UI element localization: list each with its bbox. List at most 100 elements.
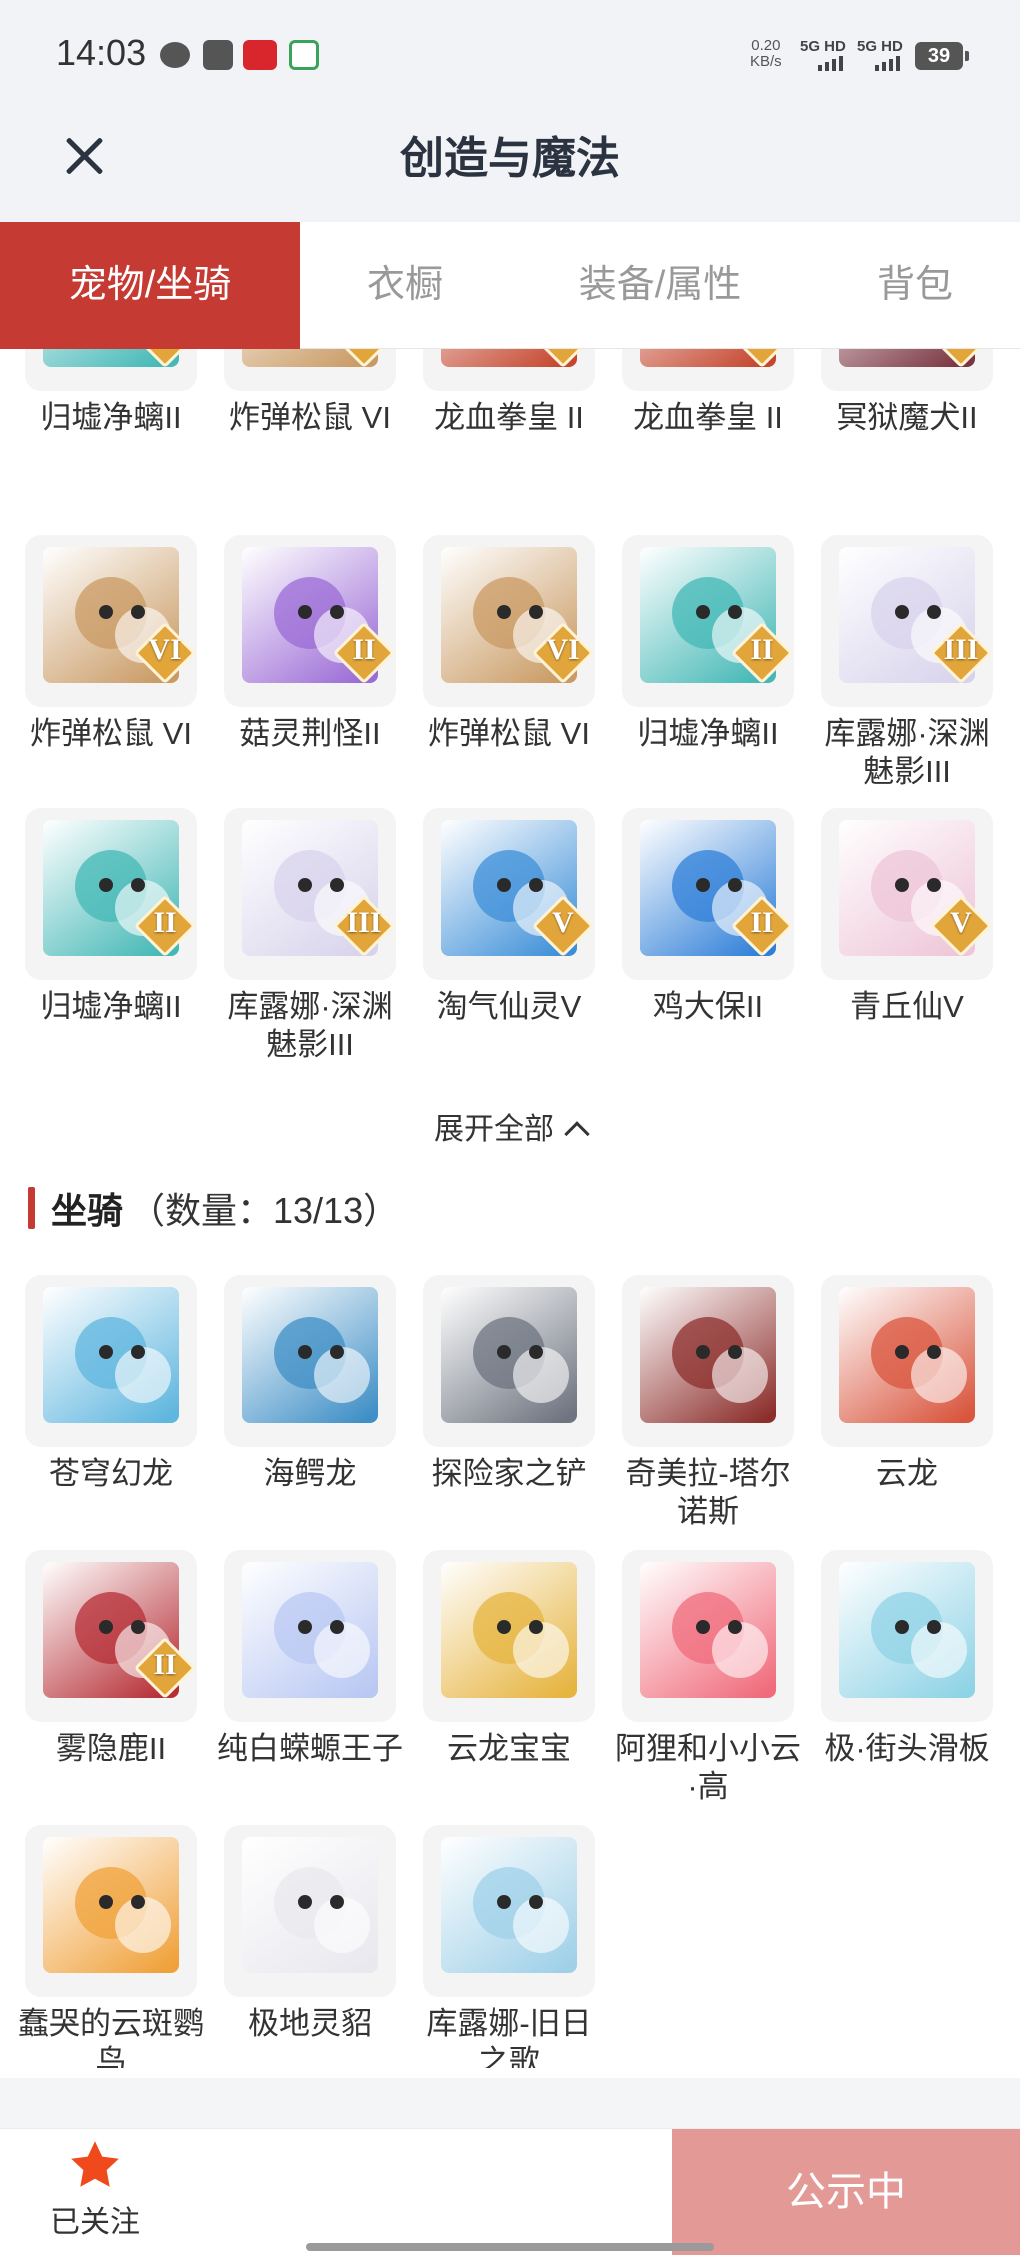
mount-thumbnail	[224, 1550, 396, 1722]
mount-item[interactable]: 阿狸和小小云·高	[613, 1550, 803, 1806]
mount-item[interactable]: 探险家之铲	[414, 1275, 604, 1493]
pet-item[interactable]: III 库露娜·深渊魅影III	[812, 535, 1002, 791]
follow-label: 已关注	[50, 2206, 140, 2239]
mount-item[interactable]: 纯白蝾螈王子	[215, 1550, 405, 1768]
signal-label-1: 5G HD	[800, 38, 846, 55]
pet-image-eye	[895, 605, 909, 619]
pet-item[interactable]: V 淘气仙灵V	[414, 808, 604, 1026]
pet-item[interactable]: II 鸡大保II	[613, 808, 803, 1026]
tab-backpack[interactable]: 背包	[840, 222, 990, 349]
pet-item[interactable]: II 冥狱魔犬II	[812, 349, 1002, 437]
mount-thumbnail	[423, 1275, 595, 1447]
mount-item[interactable]: 奇美拉-塔尔诺斯	[613, 1275, 803, 1531]
mount-item[interactable]: 苍穹幻龙	[16, 1275, 206, 1493]
mount-image-eye	[927, 1345, 941, 1359]
tier-badge-label: II	[153, 906, 177, 939]
pet-item[interactable]: VI 炸弹松鼠 VI	[215, 349, 405, 437]
mount-image-eye	[99, 1620, 113, 1634]
status-bar: 14:03 0.20 KB/s 5G HD 5G HD 39	[0, 0, 1020, 110]
pet-item[interactable]: V 青丘仙V	[812, 808, 1002, 1026]
tier-badge-label: II	[929, 349, 993, 351]
pet-image-eye	[728, 605, 742, 619]
pet-name: 归墟净螭II	[40, 400, 182, 435]
mount-image-eye	[529, 1345, 543, 1359]
mount-name: 雾隐鹿II	[55, 1731, 167, 1766]
mount-thumbnail	[25, 1275, 197, 1447]
expand-all-label: 展开全部	[434, 1113, 554, 1146]
follow-button[interactable]: 已关注	[30, 2137, 160, 2247]
pet-item[interactable]: II 归墟净螭II	[16, 808, 206, 1026]
app-notification-icon	[203, 40, 233, 70]
pet-thumbnail: II	[423, 349, 595, 391]
pet-item[interactable]: II 归墟净螭II	[613, 535, 803, 753]
pet-image-eye	[927, 605, 941, 619]
mount-image-eye	[497, 1620, 511, 1634]
pet-image-eye	[696, 605, 710, 619]
pet-image-eye	[529, 878, 543, 892]
pet-image-eye	[330, 605, 344, 619]
mount-image	[242, 1837, 378, 1973]
page-header: 创造与魔法	[0, 110, 1020, 222]
pet-thumbnail: VI	[224, 349, 396, 391]
pet-item[interactable]: III 库露娜·深渊魅影III	[215, 808, 405, 1064]
tier-badge-label: II	[352, 633, 376, 666]
pet-name: 归墟净螭II	[40, 989, 182, 1024]
mount-item[interactable]: 库露娜-旧日之歌	[414, 1825, 604, 2068]
mount-name: 极地灵貂	[248, 2006, 372, 2041]
expand-all-button[interactable]: 展开全部	[0, 1104, 1020, 1148]
mount-name: 库露娜-旧日之歌	[426, 2006, 592, 2068]
mount-thumbnail	[622, 1550, 794, 1722]
mount-image-eye	[330, 1620, 344, 1634]
pet-item[interactable]: VI 炸弹松鼠 VI	[16, 535, 206, 753]
mount-name: 阿狸和小小云·高	[615, 1731, 801, 1804]
network-speed: 0.20 KB/s	[750, 38, 782, 70]
pet-name: 冥狱魔犬II	[836, 400, 978, 435]
pet-item[interactable]: II 龙血拳皇 II	[613, 349, 803, 437]
mount-item[interactable]: 极·街头滑板	[812, 1550, 1002, 1768]
bottom-bar: 已关注 公示中	[0, 2128, 1020, 2255]
mount-item[interactable]: 云龙宝宝	[414, 1550, 604, 1768]
tier-badge-label: V	[950, 906, 972, 939]
public-status-button[interactable]: 公示中	[672, 2129, 1020, 2255]
pet-item[interactable]: II 龙血拳皇 II	[414, 349, 604, 437]
pet-name: 炸弹松鼠 VI	[428, 716, 590, 751]
mount-item[interactable]: 海鳄龙	[215, 1275, 405, 1493]
mount-thumbnail: II	[25, 1550, 197, 1722]
mount-item[interactable]: II 雾隐鹿II	[16, 1550, 206, 1768]
tab-wardrobe[interactable]: 衣橱	[300, 222, 510, 349]
pet-name: 炸弹松鼠 VI	[229, 400, 391, 435]
mounts-section-header: 坐骑 （数量：13/13）	[28, 1185, 399, 1231]
mount-item[interactable]: 蠢哭的云斑鹦鸟	[16, 1825, 206, 2068]
mount-item[interactable]: 极地灵貂	[215, 1825, 405, 2043]
mount-item[interactable]: 云龙	[812, 1275, 1002, 1493]
mount-thumbnail	[622, 1275, 794, 1447]
mount-image	[640, 1562, 776, 1698]
signal-bars-2-icon	[875, 56, 900, 71]
pet-image-eye	[330, 878, 344, 892]
tab-pets-mounts[interactable]: 宠物/坐骑	[0, 222, 300, 349]
pet-name: 菇灵荆怪II	[239, 716, 381, 751]
mount-image	[242, 1287, 378, 1423]
red-app-notification-icon	[243, 40, 277, 70]
pet-item[interactable]: VI 炸弹松鼠 VI	[414, 535, 604, 753]
section-accent-bar	[28, 1187, 35, 1229]
mount-thumbnail	[224, 1825, 396, 1997]
mount-image-eye	[728, 1620, 742, 1634]
tab-equipment-attributes[interactable]: 装备/属性	[540, 222, 780, 349]
mount-image-eye	[298, 1895, 312, 1909]
tier-badge-label: II	[730, 349, 794, 351]
pet-image-eye	[529, 605, 543, 619]
mount-name: 苍穹幻龙	[49, 1456, 173, 1491]
section-count: （数量：13/13）	[129, 1190, 400, 1231]
pet-item[interactable]: II 归墟净螭II	[16, 349, 206, 437]
pet-thumbnail: V	[423, 808, 595, 980]
tier-badge-label: II	[153, 1648, 177, 1681]
mount-image-eye	[330, 1895, 344, 1909]
content-scroll-area[interactable]: 展开全部 坐骑 （数量：13/13） II 归墟净螭II VI 炸弹松鼠 VI II 龙血…	[0, 349, 1020, 2068]
mount-image	[43, 1287, 179, 1423]
tier-badge-label: VI	[332, 349, 396, 351]
pet-thumbnail: II	[25, 808, 197, 980]
pet-item[interactable]: II 菇灵荆怪II	[215, 535, 405, 753]
mount-thumbnail	[821, 1275, 993, 1447]
pet-image-eye	[728, 878, 742, 892]
